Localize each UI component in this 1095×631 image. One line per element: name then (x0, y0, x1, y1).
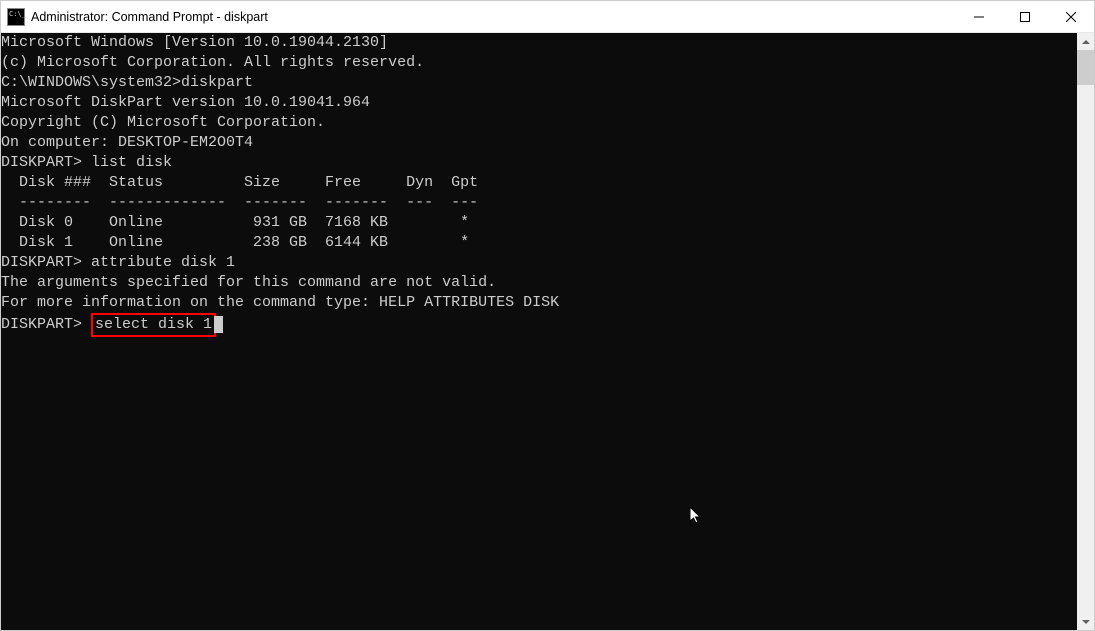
scroll-up-button[interactable] (1077, 33, 1094, 50)
prompt-line: DISKPART> select disk 1 (1, 313, 1077, 337)
table-divider: -------- ------------- ------- ------- -… (1, 193, 1077, 213)
prompt: C:\WINDOWS\system32> (1, 74, 181, 91)
prompt: DISKPART> (1, 316, 91, 333)
terminal-area: Microsoft Windows [Version 10.0.19044.21… (1, 33, 1094, 630)
minimize-button[interactable] (956, 1, 1002, 33)
table-header: Disk ### Status Size Free Dyn Gpt (1, 173, 1077, 193)
command-prompt-window: Administrator: Command Prompt - diskpart… (0, 0, 1095, 631)
prompt-line: DISKPART> attribute disk 1 (1, 253, 1077, 273)
output-line: Microsoft Windows [Version 10.0.19044.21… (1, 33, 1077, 53)
prompt-line: C:\WINDOWS\system32>diskpart (1, 73, 1077, 93)
window-controls (956, 1, 1094, 32)
output-line: (c) Microsoft Corporation. All rights re… (1, 53, 1077, 73)
output-line: Copyright (C) Microsoft Corporation. (1, 113, 1077, 133)
command: attribute disk 1 (91, 254, 235, 271)
output-line: On computer: DESKTOP-EM2O0T4 (1, 133, 1077, 153)
text-cursor (214, 316, 223, 333)
prompt: DISKPART> (1, 254, 91, 271)
command: list disk (91, 154, 172, 171)
vertical-scrollbar[interactable] (1077, 33, 1094, 630)
prompt-line: DISKPART> list disk (1, 153, 1077, 173)
scroll-down-button[interactable] (1077, 613, 1094, 630)
command: diskpart (181, 74, 253, 91)
maximize-button[interactable] (1002, 1, 1048, 33)
scroll-track[interactable] (1077, 50, 1094, 613)
terminal-output[interactable]: Microsoft Windows [Version 10.0.19044.21… (1, 33, 1077, 630)
titlebar[interactable]: Administrator: Command Prompt - diskpart (1, 1, 1094, 33)
window-title: Administrator: Command Prompt - diskpart (31, 10, 956, 24)
scroll-thumb[interactable] (1077, 50, 1094, 85)
output-line: For more information on the command type… (1, 293, 1077, 313)
table-row: Disk 0 Online 931 GB 7168 KB * (1, 213, 1077, 233)
close-button[interactable] (1048, 1, 1094, 33)
output-line: The arguments specified for this command… (1, 273, 1077, 293)
table-row: Disk 1 Online 238 GB 6144 KB * (1, 233, 1077, 253)
output-line: Microsoft DiskPart version 10.0.19041.96… (1, 93, 1077, 113)
command: select disk 1 (95, 316, 212, 333)
cmd-icon (7, 8, 25, 26)
prompt: DISKPART> (1, 154, 91, 171)
highlighted-command: select disk 1 (91, 313, 216, 337)
